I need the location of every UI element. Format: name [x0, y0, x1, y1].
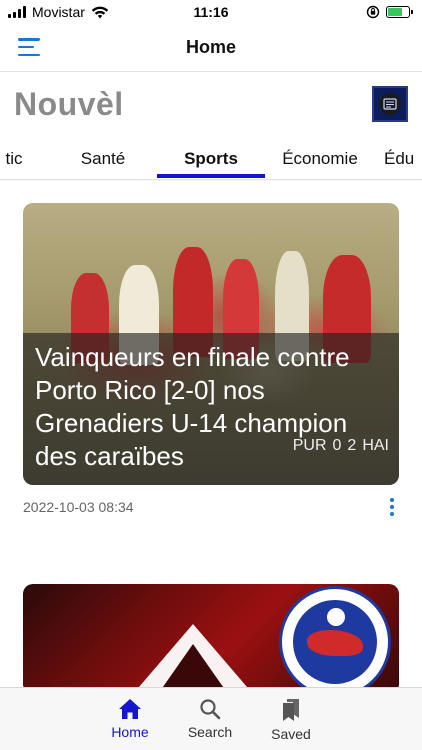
tab-label: Sports — [184, 149, 238, 168]
active-tab-indicator — [157, 174, 265, 178]
score-left: 0 — [332, 437, 342, 454]
page-title: Home — [185, 37, 236, 57]
status-bar: Movistar 11:16 — [0, 0, 422, 24]
bookmarks-icon — [283, 699, 299, 721]
score-right: 2 — [347, 437, 357, 454]
wifi-icon — [91, 6, 109, 18]
tabbar-label: Saved — [271, 726, 311, 742]
tabbar-label: Home — [111, 724, 149, 740]
search-icon — [200, 699, 221, 720]
tabbar-label: Search — [187, 724, 233, 740]
tab-sante[interactable]: Santé — [64, 138, 142, 179]
article-card[interactable] — [23, 584, 399, 687]
scoreboard: PUR 0 2 HAI — [293, 437, 389, 455]
tab-label: tic — [5, 149, 23, 168]
battery-icon — [386, 6, 413, 18]
headline-overlay: Vainqueurs en finale contre Porto Rico [… — [23, 333, 399, 485]
signal-icon — [8, 6, 26, 18]
hamburger-menu-icon[interactable] — [18, 38, 40, 56]
carrier-label: Movistar — [32, 4, 85, 20]
federation-crest-image — [279, 586, 391, 687]
orientation-lock-icon — [366, 5, 380, 19]
star-graphic-inner — [158, 644, 228, 687]
status-right — [366, 5, 413, 19]
tab-label: Santé — [80, 149, 126, 168]
tab-label: Économie — [282, 149, 358, 168]
brand-title: Nouvèl — [14, 85, 124, 122]
tab-label: Édu — [384, 149, 415, 168]
team-left: PUR — [292, 437, 327, 454]
tabbar-saved[interactable]: Saved — [256, 698, 326, 742]
article-card[interactable]: Vainqueurs en finale contre Porto Rico [… — [23, 203, 399, 485]
more-vertical-icon[interactable] — [385, 497, 399, 517]
brand-header: Nouvèl — [0, 72, 422, 136]
article-meta: 2022-10-03 08:34 — [23, 497, 399, 517]
status-left: Movistar — [8, 4, 109, 20]
navbar: Home — [0, 24, 422, 72]
tab-economie[interactable]: Économie — [272, 138, 368, 179]
news-feed[interactable]: Vainqueurs en finale contre Porto Rico [… — [0, 181, 422, 687]
team-right: HAI — [362, 437, 389, 454]
category-tabs: tic Santé Sports Économie Édu — [0, 138, 422, 180]
tabbar-search[interactable]: Search — [175, 698, 245, 740]
tabbar-home[interactable]: Home — [95, 698, 165, 740]
bottom-tab-bar: Home Search Saved — [0, 687, 422, 750]
newspaper-icon[interactable] — [372, 86, 408, 122]
article-date: 2022-10-03 08:34 — [23, 499, 134, 515]
home-icon — [119, 699, 141, 719]
tab-education[interactable]: Édu — [384, 138, 422, 179]
tab-politic[interactable]: tic — [0, 138, 34, 179]
